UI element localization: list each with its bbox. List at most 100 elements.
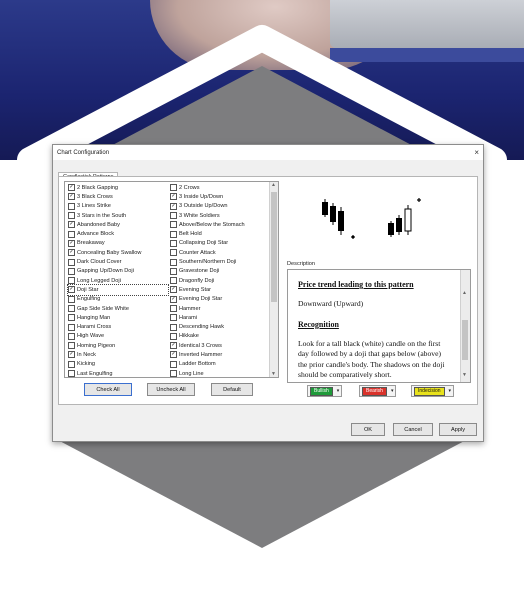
check-all-button[interactable]: Check All — [84, 383, 132, 396]
checkbox-unchecked[interactable] — [170, 230, 177, 238]
list-scrollbar[interactable]: ▲ ▼ — [269, 182, 278, 377]
checkbox-unchecked[interactable] — [68, 212, 75, 220]
pattern-item[interactable]: Above/Below the Stomach — [170, 220, 270, 229]
checkbox-unchecked[interactable] — [170, 258, 177, 266]
pattern-item[interactable]: Advance Block — [68, 229, 168, 238]
checkbox-unchecked[interactable] — [68, 370, 75, 377]
checkbox-checked[interactable]: ✓ — [170, 193, 177, 201]
pattern-item[interactable]: 3 White Soldiers — [170, 211, 270, 220]
checkbox-unchecked[interactable] — [170, 184, 177, 192]
pattern-item[interactable]: Gapping Up/Down Doji — [68, 267, 168, 276]
pattern-item[interactable]: Long Legged Doji — [68, 276, 168, 285]
scroll-up-arrow-icon[interactable]: ▲ — [271, 182, 276, 188]
desc-scroll-up-icon[interactable]: ▲ — [462, 290, 467, 296]
default-button[interactable]: Default — [211, 383, 253, 396]
pattern-item[interactable]: ✓ Concealing Baby Swallow — [68, 248, 168, 257]
scroll-thumb[interactable] — [271, 192, 277, 302]
pattern-item[interactable]: ✓ 3 Black Crows — [68, 192, 168, 201]
pattern-item[interactable]: Collapsing Doji Star — [170, 239, 270, 248]
checkbox-checked[interactable]: ✓ — [170, 202, 177, 210]
checkbox-unchecked[interactable] — [68, 277, 75, 285]
checkbox-checked[interactable]: ✓ — [68, 239, 75, 247]
checkbox-unchecked[interactable] — [170, 221, 177, 229]
pattern-item[interactable]: ✓ Evening Doji Star — [170, 295, 270, 304]
desc-scroll-thumb[interactable] — [462, 320, 468, 360]
pattern-item[interactable]: Dark Cloud Cover — [68, 257, 168, 266]
pattern-item[interactable]: Southern/Northern Doji — [170, 257, 270, 266]
pattern-item[interactable]: ✓ Abandoned Baby — [68, 220, 168, 229]
checkbox-checked[interactable]: ✓ — [68, 221, 75, 229]
ok-button[interactable]: OK — [351, 423, 385, 436]
pattern-item[interactable]: ✓ Inverted Hammer — [170, 350, 270, 359]
pattern-item[interactable]: Kicking — [68, 360, 168, 369]
pattern-item[interactable]: ✓ Breakaway — [68, 239, 168, 248]
checkbox-unchecked[interactable] — [68, 295, 75, 303]
checkbox-unchecked[interactable] — [68, 342, 75, 350]
checkbox-unchecked[interactable] — [68, 314, 75, 322]
checkbox-unchecked[interactable] — [68, 360, 75, 368]
pattern-item[interactable]: ✓ Evening Star — [170, 285, 270, 294]
checkbox-checked[interactable]: ✓ — [170, 295, 177, 303]
checkbox-checked[interactable]: ✓ — [68, 184, 75, 192]
pattern-item[interactable]: ✓ In Neck — [68, 350, 168, 359]
checkbox-checked[interactable]: ✓ — [170, 351, 177, 359]
pattern-item[interactable]: 3 Stars in the South — [68, 211, 168, 220]
cancel-button[interactable]: Cancel — [393, 423, 433, 436]
pattern-item[interactable]: Belt Hold — [170, 229, 270, 238]
checkbox-unchecked[interactable] — [170, 305, 177, 312]
checkbox-unchecked[interactable] — [170, 360, 177, 368]
checkbox-unchecked[interactable] — [68, 202, 75, 210]
checkbox-checked[interactable]: ✓ — [68, 249, 75, 257]
pattern-item[interactable]: ✓ 3 Inside Up/Down — [170, 192, 270, 201]
pattern-item[interactable]: ✓ 2 Black Gapping — [68, 183, 168, 192]
bearish-color-picker[interactable]: Bearish ▾ — [359, 385, 397, 397]
uncheck-all-button[interactable]: Uncheck All — [147, 383, 195, 396]
apply-button[interactable]: Apply — [439, 423, 477, 436]
close-icon[interactable]: × — [474, 148, 479, 157]
checkbox-unchecked[interactable] — [68, 305, 75, 312]
desc-scroll-down-icon[interactable]: ▼ — [462, 372, 467, 378]
checkbox-checked[interactable]: ✓ — [68, 286, 75, 294]
pattern-item[interactable]: Homing Pigeon — [68, 341, 168, 350]
pattern-item[interactable]: Harami — [170, 313, 270, 322]
checkbox-unchecked[interactable] — [170, 332, 177, 340]
checkbox-unchecked[interactable] — [68, 230, 75, 238]
checkbox-unchecked[interactable] — [170, 370, 177, 377]
checkbox-unchecked[interactable] — [68, 332, 75, 340]
pattern-item[interactable]: Gravestone Doji — [170, 267, 270, 276]
checkbox-checked[interactable]: ✓ — [68, 351, 75, 359]
pattern-item[interactable]: ✓ Doji Star — [67, 284, 169, 296]
indecision-color-picker[interactable]: Indecision ▾ — [411, 385, 455, 397]
checkbox-unchecked[interactable] — [170, 239, 177, 247]
checkbox-unchecked[interactable] — [170, 277, 177, 285]
pattern-item[interactable]: Long Line — [170, 369, 270, 377]
bullish-color-picker[interactable]: Bullish ▾ — [307, 385, 343, 397]
pattern-item[interactable]: Descending Hawk — [170, 322, 270, 331]
checkbox-unchecked[interactable] — [68, 323, 75, 331]
checkbox-checked[interactable]: ✓ — [170, 286, 177, 294]
pattern-item[interactable]: Ladder Bottom — [170, 360, 270, 369]
pattern-item[interactable]: Harami Cross — [68, 322, 168, 331]
pattern-item[interactable]: Counter Attack — [170, 248, 270, 257]
checkbox-checked[interactable]: ✓ — [170, 342, 177, 350]
checkbox-checked[interactable]: ✓ — [68, 193, 75, 201]
checkbox-unchecked[interactable] — [170, 267, 177, 275]
scroll-down-arrow-icon[interactable]: ▼ — [271, 371, 276, 377]
pattern-item[interactable]: Hammer — [170, 304, 270, 313]
description-scrollbar[interactable]: ▲ ▼ — [460, 270, 470, 382]
checkbox-unchecked[interactable] — [68, 267, 75, 275]
pattern-item[interactable]: Last Engulfing — [68, 369, 168, 377]
pattern-item[interactable]: Hikkake — [170, 332, 270, 341]
pattern-item[interactable]: ✓ 3 Outside Up/Down — [170, 202, 270, 211]
checkbox-unchecked[interactable] — [170, 323, 177, 331]
checkbox-unchecked[interactable] — [170, 212, 177, 220]
pattern-item[interactable]: Engulfing — [68, 295, 168, 304]
pattern-item[interactable]: 2 Crows — [170, 183, 270, 192]
checkbox-unchecked[interactable] — [170, 249, 177, 257]
pattern-item[interactable]: Hanging Man — [68, 313, 168, 322]
pattern-item[interactable]: 3 Lines Strike — [68, 202, 168, 211]
pattern-item[interactable]: Dragonfly Doji — [170, 276, 270, 285]
checkbox-unchecked[interactable] — [68, 258, 75, 266]
pattern-item[interactable]: High Wave — [68, 332, 168, 341]
pattern-item[interactable]: Gap Side Side White — [68, 304, 168, 313]
